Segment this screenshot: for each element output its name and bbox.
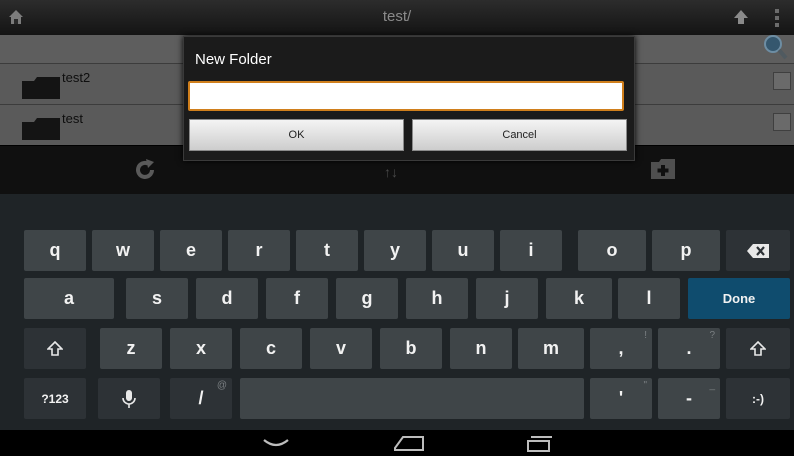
select-checkbox[interactable] [773, 113, 791, 131]
backspace-icon [747, 243, 769, 258]
key-h[interactable]: h [406, 278, 468, 319]
key-m[interactable]: m [518, 328, 584, 369]
ok-button[interactable]: OK [189, 119, 404, 151]
key-y[interactable]: y [364, 230, 426, 271]
mic-key[interactable] [98, 378, 160, 419]
period-hint: ? [709, 330, 715, 341]
soft-keyboard: q w e r t y u i o p a s d f g h j k l Do… [0, 194, 794, 430]
key-n[interactable]: n [450, 328, 512, 369]
space-key[interactable] [240, 378, 584, 419]
key-d[interactable]: d [196, 278, 258, 319]
key-v[interactable]: v [310, 328, 372, 369]
backspace-key[interactable] [726, 230, 790, 271]
key-x[interactable]: x [170, 328, 232, 369]
key-k[interactable]: k [546, 278, 612, 319]
cancel-button[interactable]: Cancel [412, 119, 627, 151]
key-z[interactable]: z [100, 328, 162, 369]
key-o[interactable]: o [578, 230, 646, 271]
refresh-icon[interactable] [133, 158, 157, 182]
slash-hint: @ [216, 380, 227, 391]
folder-name-input[interactable] [188, 81, 624, 111]
recent-apps-icon[interactable] [525, 435, 553, 453]
key-l[interactable]: l [618, 278, 680, 319]
emoticon-key[interactable]: :-) [726, 378, 790, 419]
apostrophe-label: ' [618, 388, 624, 408]
key-j[interactable]: j [476, 278, 538, 319]
comma-label: , [618, 338, 624, 358]
arrow-up-icon[interactable] [733, 9, 749, 25]
slash-key[interactable]: / @ [170, 378, 232, 419]
key-t[interactable]: t [296, 230, 358, 271]
dash-hint: _ [709, 380, 715, 391]
period-key[interactable]: . ? [658, 328, 720, 369]
new-folder-dialog: New Folder OK Cancel [183, 36, 635, 161]
done-key[interactable]: Done [688, 278, 790, 319]
dialog-title: New Folder [195, 51, 272, 68]
key-q[interactable]: q [24, 230, 86, 271]
overflow-menu-icon[interactable] [774, 7, 780, 29]
dash-key[interactable]: - _ [658, 378, 720, 419]
folder-icon [22, 118, 60, 140]
key-b[interactable]: b [380, 328, 442, 369]
shift-key-right[interactable] [726, 328, 790, 369]
folder-icon [22, 77, 60, 99]
title-bar: test/ [0, 0, 794, 35]
back-icon[interactable] [262, 436, 290, 450]
key-e[interactable]: e [160, 230, 222, 271]
key-p[interactable]: p [652, 230, 720, 271]
nav-home-icon[interactable] [393, 434, 425, 452]
file-name: test [62, 111, 83, 126]
search-icon[interactable] [760, 33, 788, 61]
symbols-key[interactable]: ?123 [24, 378, 86, 419]
key-c[interactable]: c [240, 328, 302, 369]
select-checkbox[interactable] [773, 72, 791, 90]
shift-icon [750, 340, 766, 356]
key-u[interactable]: u [432, 230, 494, 271]
page-title: test/ [382, 8, 412, 25]
comma-key[interactable]: , ! [590, 328, 652, 369]
file-name: test2 [62, 70, 91, 85]
shift-icon [47, 340, 63, 356]
key-g[interactable]: g [336, 278, 398, 319]
microphone-icon [122, 389, 136, 408]
key-f[interactable]: f [266, 278, 328, 319]
shift-key-left[interactable] [24, 328, 86, 369]
key-w[interactable]: w [92, 230, 154, 271]
apostrophe-hint: " [643, 380, 647, 391]
slash-label: / [198, 388, 204, 408]
key-s[interactable]: s [126, 278, 188, 319]
comma-hint: ! [644, 330, 647, 341]
dash-label: - [686, 388, 692, 408]
apostrophe-key[interactable]: ' " [590, 378, 652, 419]
key-a[interactable]: a [24, 278, 114, 319]
new-folder-icon[interactable] [651, 159, 675, 179]
key-i[interactable]: i [500, 230, 562, 271]
period-label: . [686, 338, 692, 358]
key-r[interactable]: r [228, 230, 290, 271]
sort-icon[interactable]: ↑↓ [384, 164, 398, 180]
system-nav-bar [0, 430, 794, 456]
